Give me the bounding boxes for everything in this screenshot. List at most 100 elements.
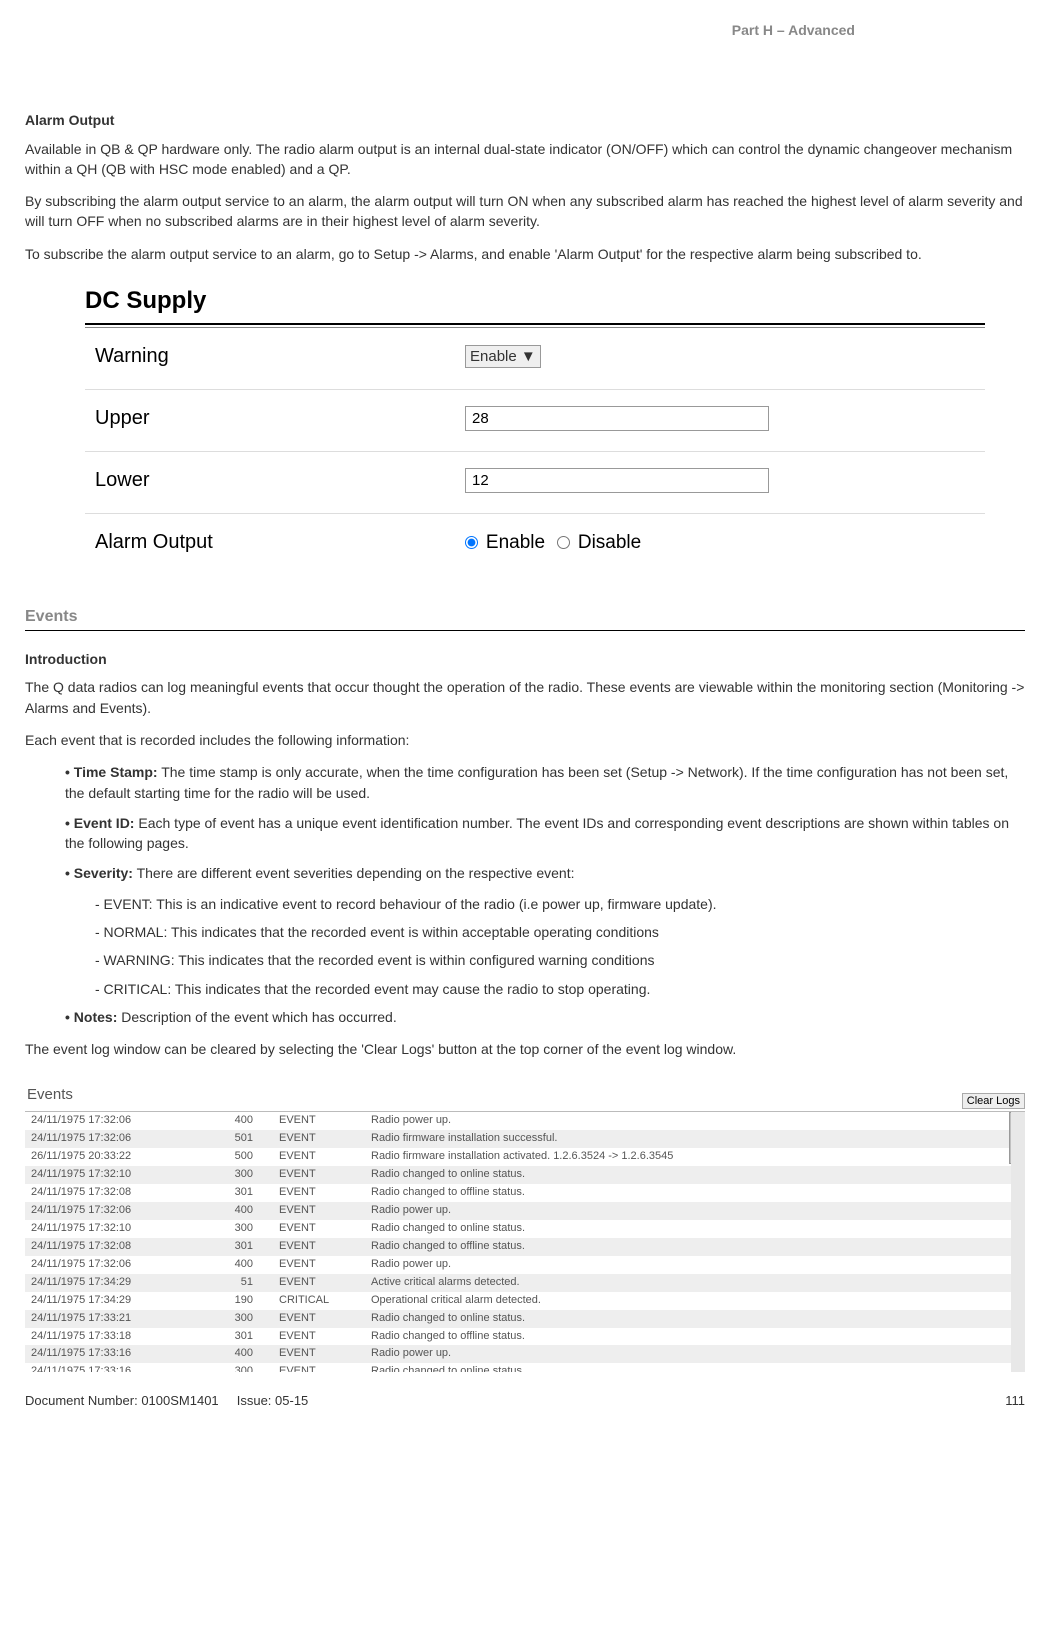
dc-row-warning: Warning Enable ▼: [85, 328, 985, 390]
events-p3: The event log window can be cleared by s…: [25, 1039, 1025, 1059]
log-timestamp: 24/11/1975 17:33:16: [25, 1363, 197, 1372]
dc-label-alarm-output: Alarm Output: [95, 528, 465, 557]
log-row: 24/11/1975 17:34:2951EVENTActive critica…: [25, 1274, 1011, 1292]
events-log-panel: Events Clear Logs 24/11/1975 17:32:06400…: [25, 1080, 1025, 1373]
log-timestamp: 24/11/1975 17:32:06: [25, 1112, 197, 1130]
log-note: Radio changed to online status.: [365, 1220, 1011, 1238]
log-severity: EVENT: [273, 1310, 365, 1328]
alarm-output-enable-label: Enable: [486, 532, 545, 553]
log-timestamp: 24/11/1975 17:34:29: [25, 1292, 197, 1310]
alarm-output-p2: By subscribing the alarm output service …: [25, 191, 1025, 232]
bullet-notes: Notes: Description of the event which ha…: [65, 1007, 1025, 1027]
sev-warning: - WARNING: This indicates that the recor…: [95, 950, 1025, 970]
log-row: 24/11/1975 17:32:06400EVENTRadio power u…: [25, 1256, 1011, 1274]
log-event-id: 300: [197, 1220, 273, 1238]
events-panel-title: Events: [25, 1080, 73, 1112]
log-severity: EVENT: [273, 1166, 365, 1184]
log-event-id: 300: [197, 1363, 273, 1372]
log-note: Radio power up.: [365, 1256, 1011, 1274]
log-event-id: 51: [197, 1274, 273, 1292]
footer-issue: Issue: 05-15: [237, 1393, 309, 1408]
events-bullet-list: Time Stamp: The time stamp is only accur…: [65, 762, 1025, 1027]
dc-label-lower: Lower: [95, 466, 465, 495]
page-header-part: Part H – Advanced: [25, 20, 1025, 40]
log-timestamp: 24/11/1975 17:32:06: [25, 1130, 197, 1148]
log-note: Radio firmware installation successful.: [365, 1130, 1011, 1148]
log-event-id: 190: [197, 1292, 273, 1310]
log-timestamp: 24/11/1975 17:32:10: [25, 1220, 197, 1238]
lower-input[interactable]: [465, 468, 769, 493]
clear-logs-button[interactable]: Clear Logs: [962, 1093, 1025, 1109]
alarm-output-enable-radio[interactable]: [465, 536, 478, 549]
log-event-id: 400: [197, 1202, 273, 1220]
log-note: Radio changed to offline status.: [365, 1184, 1011, 1202]
severity-sublist: - EVENT: This is an indicative event to …: [95, 894, 1025, 999]
events-p2: Each event that is recorded includes the…: [25, 730, 1025, 750]
log-event-id: 400: [197, 1256, 273, 1274]
events-heading: Events: [25, 605, 1025, 631]
page-footer: Document Number: 0100SM1401 Issue: 05-15…: [25, 1392, 1025, 1411]
log-severity: EVENT: [273, 1363, 365, 1372]
log-row: 24/11/1975 17:33:21300EVENTRadio changed…: [25, 1310, 1011, 1328]
log-note: Radio power up.: [365, 1202, 1011, 1220]
dc-label-upper: Upper: [95, 404, 465, 433]
log-note: Radio power up.: [365, 1345, 1011, 1363]
log-row: 24/11/1975 17:33:18301EVENTRadio changed…: [25, 1328, 1011, 1346]
log-severity: EVENT: [273, 1184, 365, 1202]
log-severity: EVENT: [273, 1220, 365, 1238]
log-event-id: 300: [197, 1166, 273, 1184]
log-timestamp: 24/11/1975 17:32:08: [25, 1184, 197, 1202]
log-row: 24/11/1975 17:32:10300EVENTRadio changed…: [25, 1166, 1011, 1184]
log-severity: EVENT: [273, 1256, 365, 1274]
log-event-id: 400: [197, 1345, 273, 1363]
warning-select[interactable]: Enable ▼: [465, 345, 541, 368]
log-severity: EVENT: [273, 1112, 365, 1130]
dc-supply-panel: DC Supply Warning Enable ▼ Upper Lower A…: [85, 284, 985, 575]
log-timestamp: 24/11/1975 17:32:08: [25, 1238, 197, 1256]
alarm-output-title: Alarm Output: [25, 110, 1025, 130]
log-severity: EVENT: [273, 1202, 365, 1220]
log-timestamp: 24/11/1975 17:34:29: [25, 1274, 197, 1292]
dc-row-upper: Upper: [85, 390, 985, 452]
dc-row-lower: Lower: [85, 452, 985, 514]
log-row: 24/11/1975 17:33:16300EVENTRadio changed…: [25, 1363, 1011, 1372]
log-row: 24/11/1975 17:32:08301EVENTRadio changed…: [25, 1238, 1011, 1256]
alarm-output-disable-label: Disable: [578, 532, 641, 553]
upper-input[interactable]: [465, 406, 769, 431]
intro-title: Introduction: [25, 649, 1025, 669]
sev-event: - EVENT: This is an indicative event to …: [95, 894, 1025, 914]
log-note: Operational critical alarm detected.: [365, 1292, 1011, 1310]
log-row: 24/11/1975 17:32:06400EVENTRadio power u…: [25, 1112, 1011, 1130]
log-event-id: 301: [197, 1328, 273, 1346]
log-row: 24/11/1975 17:32:06501EVENTRadio firmwar…: [25, 1130, 1011, 1148]
log-timestamp: 24/11/1975 17:32:10: [25, 1166, 197, 1184]
log-severity: EVENT: [273, 1148, 365, 1166]
log-event-id: 300: [197, 1310, 273, 1328]
events-log-scroll[interactable]: 24/11/1975 17:32:06400EVENTRadio power u…: [25, 1112, 1025, 1372]
log-timestamp: 24/11/1975 17:33:16: [25, 1345, 197, 1363]
events-p1: The Q data radios can log meaningful eve…: [25, 677, 1025, 718]
events-log-table: 24/11/1975 17:32:06400EVENTRadio power u…: [25, 1112, 1011, 1372]
alarm-output-p3: To subscribe the alarm output service to…: [25, 244, 1025, 264]
log-timestamp: 24/11/1975 17:33:18: [25, 1328, 197, 1346]
dc-label-warning: Warning: [95, 342, 465, 371]
log-severity: EVENT: [273, 1328, 365, 1346]
log-row: 24/11/1975 17:32:06400EVENTRadio power u…: [25, 1202, 1011, 1220]
log-event-id: 400: [197, 1112, 273, 1130]
alarm-output-disable-radio[interactable]: [557, 536, 570, 549]
bullet-severity: Severity: There are different event seve…: [65, 863, 1025, 883]
log-severity: EVENT: [273, 1238, 365, 1256]
log-note: Active critical alarms detected.: [365, 1274, 1011, 1292]
log-row: 24/11/1975 17:32:10300EVENTRadio changed…: [25, 1220, 1011, 1238]
log-severity: EVENT: [273, 1345, 365, 1363]
dc-supply-title: DC Supply: [85, 284, 985, 319]
log-row: 24/11/1975 17:34:29190CRITICALOperationa…: [25, 1292, 1011, 1310]
log-severity: CRITICAL: [273, 1292, 365, 1310]
log-row: 24/11/1975 17:32:08301EVENTRadio changed…: [25, 1184, 1011, 1202]
log-note: Radio changed to online status.: [365, 1310, 1011, 1328]
log-severity: EVENT: [273, 1274, 365, 1292]
sev-critical: - CRITICAL: This indicates that the reco…: [95, 979, 1025, 999]
log-note: Radio changed to online status.: [365, 1166, 1011, 1184]
log-note: Radio firmware installation activated. 1…: [365, 1148, 1011, 1166]
bullet-time-stamp: Time Stamp: The time stamp is only accur…: [65, 762, 1025, 803]
